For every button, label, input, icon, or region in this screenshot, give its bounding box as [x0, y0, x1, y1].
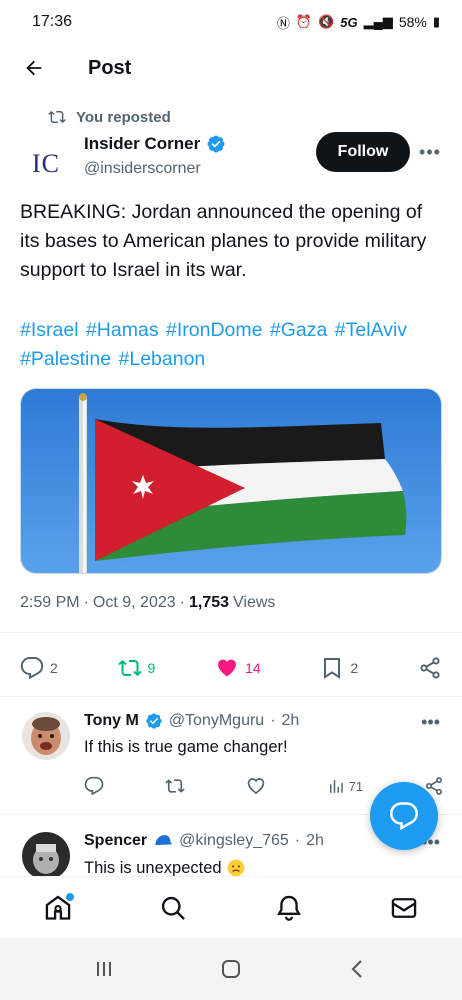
avatar[interactable] [22, 712, 70, 760]
more-options-icon[interactable]: ••• [418, 140, 442, 164]
bar-chart-icon [329, 780, 343, 793]
reply-header: Spencer @kingsley_765 · 2h [84, 832, 324, 850]
heart-filled-icon [218, 659, 237, 677]
blue-cap-emoji-icon [155, 835, 173, 846]
repost-count: 9 [147, 660, 156, 676]
post-action-bar: 2 9 14 2 [20, 648, 442, 688]
hashtag-link[interactable]: #TelAviv [335, 319, 407, 341]
hashtag-link[interactable]: #Palestine [20, 348, 111, 370]
hashtag-link[interactable]: #Gaza [270, 319, 327, 341]
avatar-image [22, 712, 70, 760]
verified-badge-icon [207, 135, 225, 153]
post-time: 2:59 PM [20, 594, 80, 611]
unread-dot [65, 892, 74, 901]
reply-icon[interactable] [84, 776, 104, 796]
reply-time: 2h [281, 712, 300, 729]
reply-author-name[interactable]: Spencer [84, 832, 147, 850]
top-bar: Post [0, 44, 462, 92]
author-name-row[interactable]: Insider Corner [84, 134, 226, 154]
bell-icon [276, 895, 301, 921]
network-type: 5G [340, 14, 358, 30]
post-meta: 2:59 PM · Oct 9, 2023 · 1,753 Views [20, 594, 276, 611]
reply-header: Tony M @TonyMguru · 2h [84, 712, 300, 730]
views-stat[interactable]: 71 [327, 777, 363, 795]
divider [0, 632, 462, 633]
more-options-icon[interactable]: ••• [421, 712, 440, 733]
post-date: Oct 9, 2023 [92, 594, 176, 611]
reply-author-handle[interactable]: @TonyMguru [169, 712, 264, 730]
envelope-icon [392, 897, 417, 918]
views-count: 1,753 [188, 594, 230, 611]
reply-views-count: 71 [348, 778, 364, 794]
nav-home[interactable] [30, 884, 86, 932]
back-button[interactable] [4, 44, 64, 92]
post-author: IC Insider Corner @insiderscorner Follow… [20, 130, 442, 190]
hashtag-list: #Israel #Hamas #IronDome #Gaza #TelAviv … [20, 316, 444, 374]
nav-notifications[interactable] [261, 884, 317, 932]
reply-icon [20, 657, 44, 680]
like-button[interactable]: 14 [215, 656, 261, 680]
hashtag-link[interactable]: #Israel [20, 319, 79, 341]
hashtag-link[interactable]: #IronDome [166, 319, 262, 341]
status-icons: Ⓝ ⏰ 🔇 5G ▂▄▆ 58% ▮ [277, 13, 440, 32]
bookmark-button[interactable]: 2 [320, 656, 358, 680]
back-arrow-icon [26, 60, 42, 76]
nfc-icon: Ⓝ [276, 15, 290, 31]
share-icon [420, 657, 440, 679]
views-label: Views [233, 594, 276, 611]
repost-icon [117, 659, 142, 677]
like-count: 14 [245, 660, 261, 676]
repost-icon [48, 110, 66, 124]
verified-badge-icon [146, 713, 162, 729]
reply-author-name[interactable]: Tony M [84, 712, 139, 730]
post-text: BREAKING: Jordan announced the opening o… [20, 201, 427, 281]
status-time: 17:36 [32, 13, 73, 30]
system-back-icon[interactable] [346, 957, 370, 981]
avatar[interactable] [22, 832, 70, 876]
repost-button[interactable]: 9 [117, 656, 156, 680]
recent-apps-icon[interactable] [92, 957, 116, 981]
alarm-icon: ⏰ [295, 14, 313, 29]
reply-author-handle[interactable]: @kingsley_765 [179, 832, 289, 850]
hashtag-link[interactable]: #Lebanon [119, 348, 206, 370]
hashtag-link[interactable]: #Hamas [86, 319, 159, 341]
reply-button[interactable]: 2 [20, 656, 58, 680]
reply-text: This is unexpected [84, 858, 222, 877]
author-name[interactable]: Insider Corner [84, 134, 200, 154]
status-bar: 17:36 Ⓝ ⏰ 🔇 5G ▂▄▆ 58% ▮ [0, 0, 462, 44]
search-icon [162, 896, 186, 920]
divider [0, 696, 462, 697]
compose-reply-button[interactable] [370, 782, 438, 850]
repost-indicator: You reposted [48, 108, 171, 126]
reply-count: 2 [50, 660, 58, 676]
post-image[interactable] [20, 388, 442, 574]
author-handle[interactable]: @insiderscorner [84, 160, 201, 178]
confused-face-emoji-icon [227, 859, 244, 876]
bookmark-count: 2 [350, 660, 359, 676]
repost-label: You reposted [76, 108, 171, 126]
nav-search[interactable] [145, 884, 201, 932]
repost-icon[interactable] [165, 776, 185, 796]
signal-icon: ▂▄▆ [363, 14, 393, 29]
battery-icon: ▮ [432, 14, 440, 29]
reply-text-row: This is unexpected [84, 858, 246, 876]
follow-button[interactable]: Follow [316, 132, 410, 172]
avatar-image [22, 832, 70, 876]
bookmark-icon [324, 658, 341, 679]
jordan-flag-image [21, 389, 441, 573]
bottom-nav [0, 876, 462, 938]
chat-bubble-icon [389, 802, 419, 831]
author-avatar[interactable]: IC [20, 138, 72, 190]
system-nav-bar [0, 938, 462, 1000]
home-button-icon[interactable] [219, 957, 243, 981]
mute-icon: 🔇 [318, 14, 335, 29]
reply-time: 2h [306, 832, 324, 849]
share-button[interactable] [418, 656, 442, 680]
page-title: Post [88, 56, 132, 79]
battery-level: 58% [398, 14, 427, 30]
nav-messages[interactable] [376, 884, 432, 932]
reply-text: If this is true game changer! [84, 738, 288, 756]
heart-icon[interactable] [246, 776, 266, 796]
